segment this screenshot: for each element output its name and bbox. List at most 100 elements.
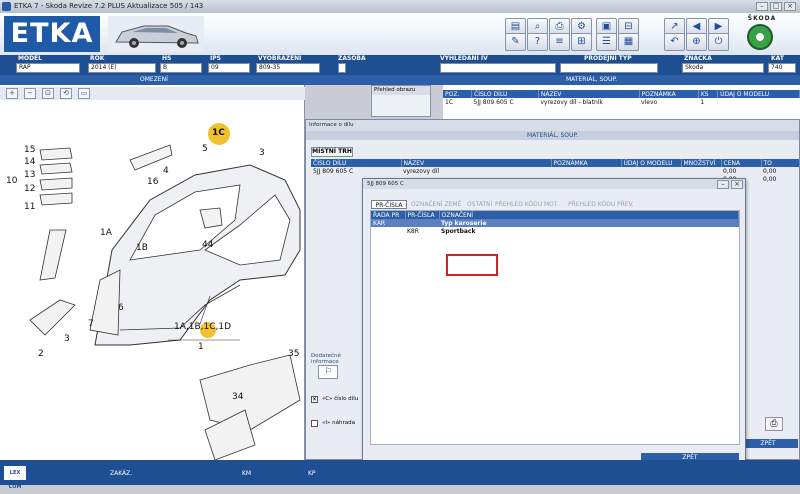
- brand-select[interactable]: Skoda: [682, 63, 764, 73]
- year-select[interactable]: 2014 (E): [88, 63, 156, 73]
- callout-label[interactable]: 2: [38, 349, 44, 359]
- cell-name: vyrezovy díl - blatník: [540, 98, 603, 106]
- part-number-checkbox[interactable]: ✕: [311, 396, 318, 403]
- col-nazev[interactable]: NÁZEV: [538, 90, 640, 98]
- hs-select[interactable]: B: [160, 63, 202, 73]
- info-col-cislo[interactable]: ČÍSLO DÍLU: [311, 159, 402, 167]
- settings-icon[interactable]: ✎: [505, 33, 526, 51]
- arrow-left-icon[interactable]: ☰: [596, 33, 617, 51]
- tab-prehled-kodu-prev[interactable]: PŘEHLED KÓDU PŘEV.: [568, 200, 634, 209]
- col-cislo-dilu[interactable]: ČÍSLO DÍLU: [471, 90, 539, 98]
- callout-label[interactable]: 15: [24, 145, 35, 155]
- status-kp[interactable]: KP: [308, 470, 316, 477]
- catalog-field[interactable]: 740: [768, 63, 796, 73]
- info-col-mnozstvi[interactable]: MNOŽSTVÍ: [681, 159, 722, 167]
- callout-label[interactable]: 44: [202, 240, 213, 250]
- tab-pr-cisla[interactable]: PR-ČÍSLA: [371, 200, 407, 209]
- callout-label[interactable]: 3: [64, 334, 70, 344]
- zoom-out-icon[interactable]: −: [24, 88, 36, 99]
- zoom-in-icon[interactable]: +: [6, 88, 18, 99]
- parts-table: POZ. ČÍSLO DÍLU NÁZEV POZNÁMKA KS ÚDAJ O…: [443, 90, 800, 106]
- info-col-udaj[interactable]: ÚDAJ O MODELU: [621, 159, 682, 167]
- pr-col-rada[interactable]: ŘADA PR: [371, 211, 406, 219]
- arrow-right-icon[interactable]: ▦: [618, 33, 639, 51]
- filter-label-prodejni: PRODEJNÍ TYP: [584, 55, 632, 62]
- callout-label[interactable]: 12: [24, 184, 35, 194]
- zoom-window-icon[interactable]: ▭: [78, 88, 90, 99]
- tab-ostatni[interactable]: OSTATNÍ: [467, 200, 492, 209]
- info-col-to[interactable]: TO: [761, 159, 800, 167]
- ips-select[interactable]: 09: [208, 63, 250, 73]
- globe2-icon[interactable]: ⊕: [686, 33, 707, 51]
- callout-label[interactable]: 5: [202, 144, 208, 154]
- zoom-reset-icon[interactable]: ⟲: [60, 88, 72, 99]
- callout-label[interactable]: 3: [259, 148, 265, 158]
- callout-label[interactable]: 1: [198, 342, 204, 352]
- cart-icon[interactable]: ⊞: [571, 33, 592, 51]
- callout-label[interactable]: 1B: [136, 243, 148, 253]
- status-km[interactable]: KM: [242, 470, 251, 477]
- highlight-box: [446, 254, 498, 276]
- tab-oznaceni-zeme[interactable]: OZNAČENÍ ZEMĚ: [411, 200, 461, 209]
- table-row[interactable]: KAR Typ karoserie: [371, 219, 739, 227]
- cell-total: 0,00: [763, 167, 777, 175]
- part-number-check-label: «C» číslo dílu: [322, 396, 359, 402]
- exit-icon[interactable]: ↶: [664, 33, 685, 51]
- cell-model: [621, 167, 681, 175]
- print-icon[interactable]: ⎙: [765, 417, 783, 431]
- help-icon[interactable]: ?: [527, 33, 548, 51]
- info-col-nazev[interactable]: NÁZEV: [401, 159, 552, 167]
- callout-label[interactable]: 10: [6, 176, 17, 186]
- pr-col-cisla[interactable]: PR-ČÍSLA: [405, 211, 440, 219]
- callout-label[interactable]: 34: [232, 392, 243, 402]
- sales-type-select[interactable]: [560, 63, 658, 73]
- table-row[interactable]: K8R Sportback: [371, 227, 739, 235]
- search-iv-input[interactable]: [440, 63, 556, 73]
- callout-label[interactable]: 7: [88, 319, 94, 329]
- pr-col-oznaceni[interactable]: OZNAČENÍ: [439, 211, 739, 219]
- col-udaj[interactable]: ÚDAJ O MODELU: [717, 90, 800, 98]
- popup-minimize-button[interactable]: –: [717, 180, 729, 189]
- maximize-button[interactable]: □: [770, 2, 782, 11]
- callout-label-selected[interactable]: 1C: [212, 128, 225, 138]
- pr-numbers-grid: ŘADA PR PR-ČÍSLA OZNAČENÍ KAR Typ karose…: [370, 210, 740, 445]
- pr-numbers-popup: 5JJ 809 605 C – × PR-ČÍSLA OZNAČENÍ ZEMĚ…: [362, 178, 746, 470]
- power-icon[interactable]: ⏻: [708, 33, 729, 51]
- col-ks[interactable]: KS: [698, 90, 719, 98]
- status-zakaz[interactable]: ZAKÁZ.: [110, 470, 132, 477]
- callout-label[interactable]: 35: [288, 349, 299, 359]
- callout-label[interactable]: 4: [163, 166, 169, 176]
- callout-label[interactable]: 16: [147, 177, 158, 187]
- callout-label-group[interactable]: 1A,1B,1C,1D: [174, 322, 231, 332]
- close-button[interactable]: ×: [784, 2, 796, 11]
- cell-price: 0,00: [723, 167, 737, 175]
- cell-rada: KAR: [373, 219, 386, 227]
- callout-label[interactable]: 14: [24, 157, 35, 167]
- col-poz[interactable]: POZ.: [443, 90, 473, 98]
- info-section-title: MATERIÁL, SOUP.: [306, 131, 799, 140]
- table-row[interactable]: 5JJ 809 605 C vyrezovy díl 0,00 0,00: [311, 167, 800, 175]
- info-col-cena[interactable]: CENA: [721, 159, 762, 167]
- popup-close-button[interactable]: ×: [731, 180, 743, 189]
- callout-label[interactable]: 6: [118, 303, 124, 313]
- replacement-checkbox[interactable]: [311, 420, 318, 427]
- additional-info-icon[interactable]: ⚐: [318, 365, 338, 379]
- local-market-button[interactable]: MÍSTNÍ TRH: [311, 147, 353, 157]
- table-row[interactable]: 1C 5JJ 809 605 C vyrezovy díl - blatník …: [443, 98, 800, 106]
- cell-pr: [405, 219, 439, 227]
- illustration-select[interactable]: 809-35: [256, 63, 320, 73]
- parts-list-icon[interactable]: ≡: [549, 33, 570, 51]
- info-dialog-title: Informace o dílu: [306, 120, 799, 131]
- info-back-button[interactable]: ZPĚT: [738, 439, 798, 448]
- info-col-poznamka[interactable]: POZNÁMKA: [551, 159, 622, 167]
- minimize-button[interactable]: –: [756, 2, 768, 11]
- title-bar: ETKA 7 - Skoda Revize 7.2 PLUS Aktualiza…: [0, 0, 800, 13]
- callout-label[interactable]: 11: [24, 202, 35, 212]
- zoom-fit-icon[interactable]: ⊡: [42, 88, 54, 99]
- stock-checkbox[interactable]: [338, 63, 346, 73]
- model-select[interactable]: RAP: [16, 63, 80, 73]
- callout-label[interactable]: 1A: [100, 228, 112, 238]
- tab-prehled-kodu-mot[interactable]: PŘEHLED KÓDU MOT.: [495, 200, 559, 209]
- callout-label[interactable]: 13: [24, 170, 35, 180]
- col-poznamka[interactable]: POZNÁMKA: [639, 90, 699, 98]
